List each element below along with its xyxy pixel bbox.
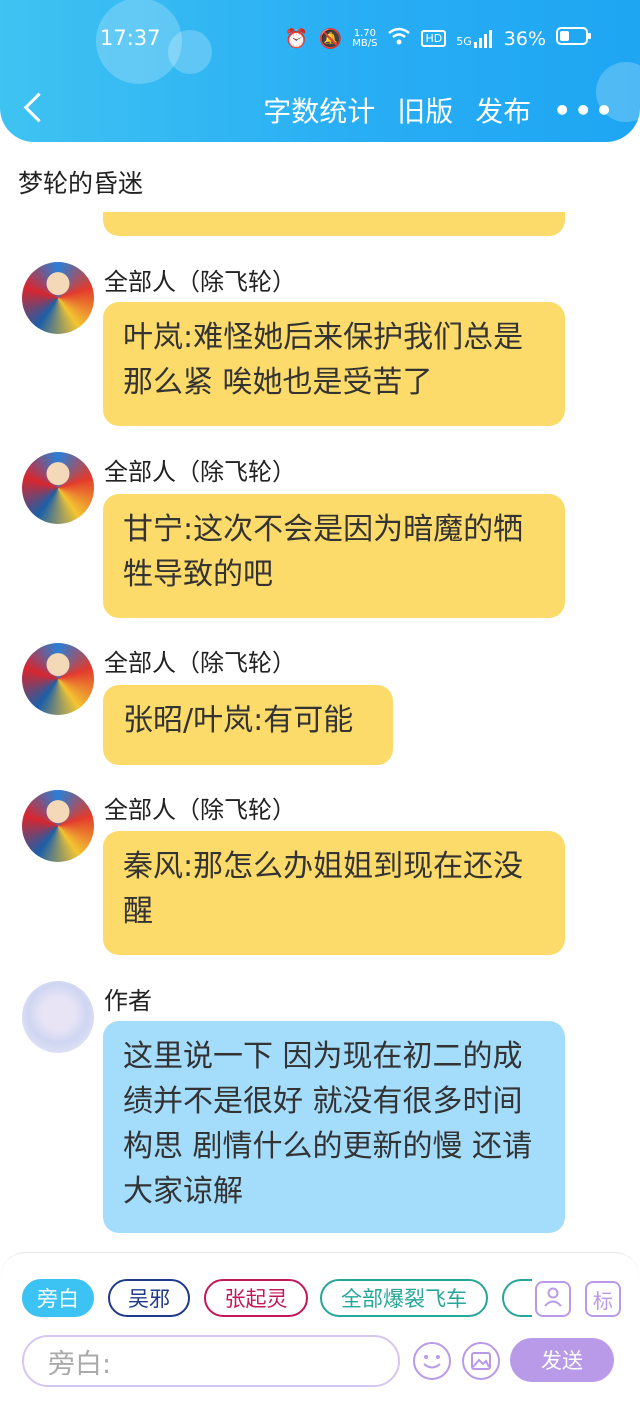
decor-bubble [168,30,212,74]
emoji-button[interactable] [413,1342,451,1380]
back-button[interactable] [22,88,52,128]
network-type: 5G [456,34,472,48]
message-input[interactable]: 旁白: [22,1335,400,1387]
role-chip-zhangqiling[interactable]: 张起灵 [204,1279,308,1317]
more-icon[interactable]: ••• [553,94,616,127]
wifi-icon [387,26,411,51]
anime-group-avatar[interactable] [22,452,94,524]
top-header: 17:37 ⏰ 🔕 1.70 MB/S HD 5G 36% 字数统计 旧版 发布… [0,0,640,142]
sender-name: 全部人（除飞轮） [104,458,296,486]
person-icon [542,1286,564,1313]
anime-group-avatar[interactable] [22,262,94,334]
message-bubble-partial [103,212,565,236]
battery-icon [556,26,592,51]
alarm-icon: ⏰ [284,28,309,50]
author-avatar[interactable] [22,981,94,1053]
send-button[interactable]: 发送 [510,1338,614,1382]
anime-group-avatar[interactable] [22,643,94,715]
sender-name: 全部人（除飞轮） [104,796,296,824]
image-icon [464,1352,498,1382]
speed-unit: MB/S [352,37,378,49]
message-bubble[interactable]: 甘宁:这次不会是因为暗魔的牺牲导致的吧 [103,494,565,618]
image-button[interactable] [462,1342,500,1380]
message-bubble[interactable]: 张昭/叶岚:有可能 [103,685,393,765]
smiley-icon [415,1355,449,1382]
sender-name: 全部人（除飞轮） [104,268,296,296]
message-bubble[interactable]: 秦风:那怎么办姐姐到现在还没醒 [103,831,565,955]
message-bubble[interactable]: 这里说一下 因为现在初二的成绩并不是很好 就没有很多时间构思 剧情什么的更新的慢… [103,1021,565,1233]
role-chip-feiche[interactable]: 全部爆裂飞车 [320,1279,488,1317]
header-nav: 字数统计 旧版 发布 ••• [263,90,616,130]
role-manage-button[interactable] [535,1281,571,1317]
story-title: 梦轮的昏迷 [18,169,144,198]
sender-name: 全部人（除飞轮） [104,649,296,677]
old-version-button[interactable]: 旧版 [397,90,453,130]
sender-name: 作者 [104,987,152,1015]
anime-group-avatar[interactable] [22,790,94,862]
word-count-button[interactable]: 字数统计 [263,90,375,130]
role-chip-narrator[interactable]: 旁白 [22,1279,94,1317]
message-bubble[interactable]: 叶岚:难怪她后来保护我们总是那么紧 唉她也是受苦了 [103,302,565,426]
mute-icon: 🔕 [318,28,343,50]
publish-button[interactable]: 发布 [475,90,531,130]
signal-icon: 5G [456,29,494,48]
status-icons: ⏰ 🔕 1.70 MB/S HD 5G 36% [285,26,592,51]
network-speed: 1.70 MB/S [352,28,378,49]
role-chip-more[interactable] [502,1279,532,1317]
role-chip-wuxie[interactable]: 吴邪 [108,1279,190,1317]
battery-level: 36% [503,27,546,50]
status-time: 17:37 [100,26,161,50]
tag-button[interactable]: 标 [585,1281,621,1317]
hd-badge: HD [421,30,447,47]
